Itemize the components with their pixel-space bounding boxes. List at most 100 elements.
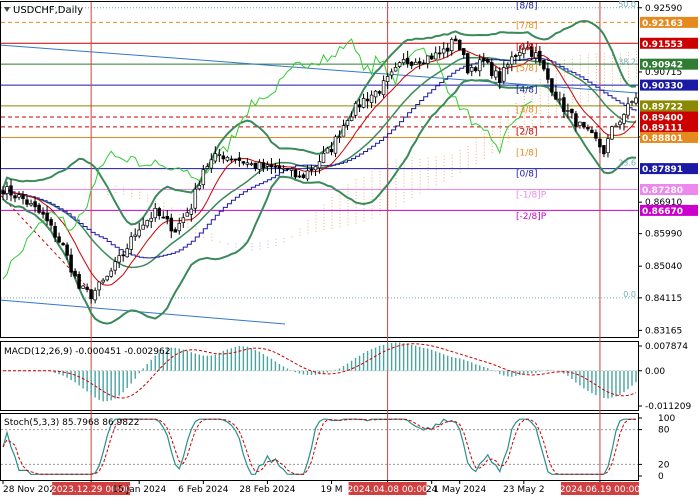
cloud-dot [131, 195, 133, 197]
price-level-tag: 0.87280 [640, 184, 698, 196]
cloud-dot [427, 173, 429, 175]
cloud-dot [331, 218, 333, 220]
cloud-dot [443, 161, 445, 163]
cloud-dot [419, 192, 421, 194]
cloud-dot [443, 177, 445, 179]
cloud-dot [595, 72, 597, 73]
cloud-dot [427, 163, 429, 165]
cloud-dot [371, 205, 373, 207]
cloud-dot [523, 120, 525, 122]
cloud-dot [363, 205, 365, 206]
candle-body [337, 136, 342, 139]
cloud-dot [315, 227, 317, 229]
candle-body [121, 254, 125, 257]
cloud-dot [579, 83, 581, 85]
cloud-dot [411, 178, 413, 180]
cloud-dot [355, 179, 357, 181]
price-tick-label: 0.92590 [645, 4, 682, 14]
cloud-dot [275, 244, 277, 246]
cloud-dot [179, 213, 181, 215]
cloud-dot [491, 133, 493, 135]
cloud-dot [620, 53, 621, 55]
cloud-dot [371, 192, 373, 194]
price-tick-label: 0.83165 [645, 326, 682, 336]
cloud-dot [147, 200, 149, 202]
cloud-dot [363, 214, 365, 216]
cloud-dot [547, 102, 549, 104]
cloud-dot [403, 173, 405, 175]
cloud-dot [603, 62, 605, 64]
candle-body [41, 211, 45, 215]
candle-body [145, 220, 149, 227]
cloud-dot [603, 74, 605, 76]
cloud-dot [251, 243, 253, 245]
price-level-tags: 0.921630.915530.909420.903300.897220.894… [640, 16, 698, 217]
cloud-dot [571, 83, 573, 85]
cloud-dot [636, 66, 637, 68]
cloud-dot [507, 122, 509, 124]
cloud-dot [507, 141, 509, 143]
cloud-dot [475, 138, 477, 140]
price-level-tag-text: 0.88801 [642, 134, 683, 144]
candle-body [229, 158, 234, 161]
cloud-dot [612, 67, 613, 69]
candle-body [105, 275, 109, 281]
candle-body [634, 97, 638, 104]
cloud-dot [483, 148, 485, 150]
cloud-dot [612, 70, 613, 72]
cloud-dot [403, 158, 405, 160]
candle-body [101, 279, 105, 283]
candle-body [602, 145, 606, 155]
cloud-dot [147, 194, 149, 196]
cloud-dot [123, 187, 125, 189]
time-tick-label: 23 May 2 [503, 485, 545, 495]
cloud-dot [379, 180, 381, 182]
cloud-dot [579, 89, 581, 91]
cloud-dot [603, 77, 605, 79]
candle-body [21, 194, 25, 200]
candle-body [5, 186, 9, 194]
cloud-dot [612, 61, 613, 63]
cloud-dot [363, 186, 365, 188]
cloud-dot [115, 185, 117, 187]
cloud-dot [547, 96, 549, 98]
candle-body [153, 207, 157, 219]
candle-body [486, 58, 490, 63]
cloud-dot [475, 159, 477, 161]
cloud-dot [467, 149, 469, 151]
cloud-dot [379, 198, 381, 200]
cloud-dot [187, 223, 189, 225]
cloud-dot [579, 95, 581, 97]
cloud-dot [147, 197, 149, 199]
cloud-dot [587, 54, 589, 56]
cloud-dot [475, 156, 477, 158]
cloud-dot [587, 100, 589, 102]
cloud-dot [435, 178, 437, 180]
cloud-dot [427, 182, 429, 184]
cloud-dot [427, 157, 429, 159]
candle-body [65, 244, 69, 256]
cloud-dot [323, 213, 325, 215]
cloud-dot [395, 202, 397, 204]
cloud-dot [339, 226, 341, 228]
cloud-dot [491, 146, 493, 147]
candle-body [618, 121, 622, 126]
candle-body [81, 285, 85, 289]
cloud-dot [355, 213, 357, 215]
cloud-dot [443, 164, 445, 166]
cloud-dot [539, 125, 541, 127]
candle-body [538, 50, 542, 62]
cloud-dot [636, 54, 637, 56]
candle-body [341, 125, 346, 137]
cloud-dot [459, 171, 461, 173]
cloud-dot [603, 56, 605, 58]
cloud-dot [571, 89, 573, 91]
cloud-dot [579, 86, 581, 88]
cloud-dot [555, 82, 557, 84]
cloud-dot [323, 204, 325, 206]
cloud-dot [403, 185, 405, 187]
candle-body [197, 185, 202, 190]
cloud-dot [435, 165, 437, 167]
cloud-dot [355, 182, 357, 184]
cloud-dot [539, 119, 541, 121]
